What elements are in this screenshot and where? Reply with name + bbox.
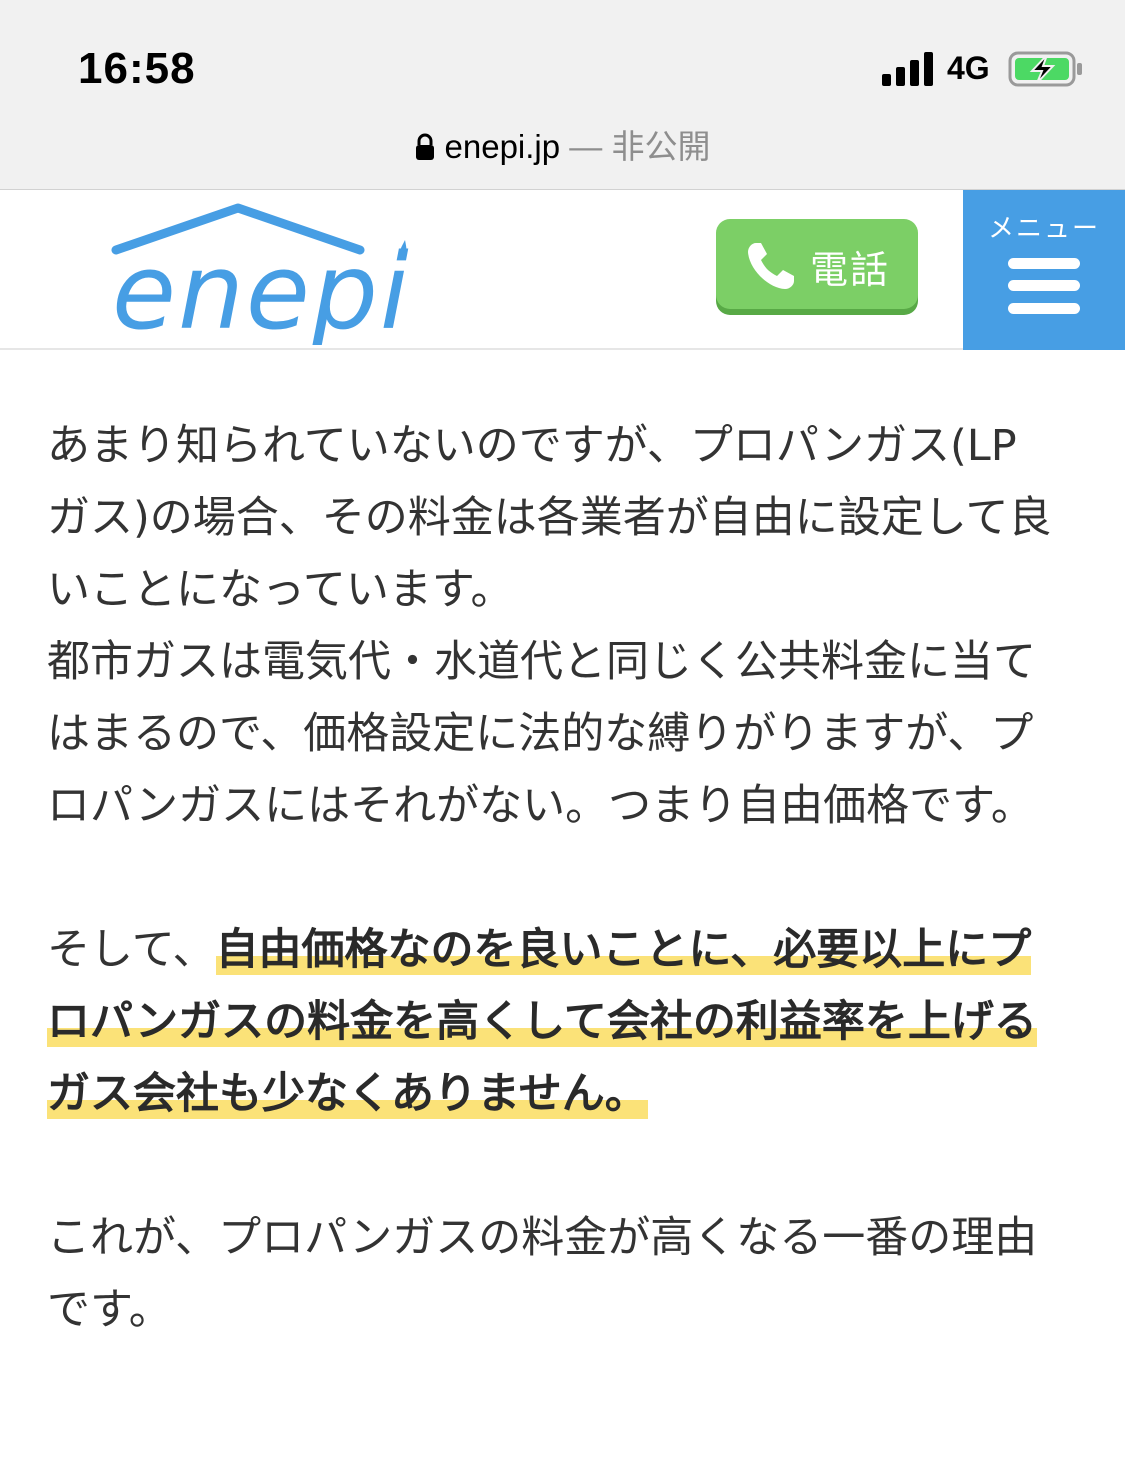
article-body: あまり知られていないのですが、プロパンガス(LPガス)の場合、その料金は各業者が… xyxy=(47,410,1057,1346)
hamburger-icon xyxy=(1008,258,1080,269)
url-domain: enepi.jp xyxy=(444,128,561,165)
network-type: 4G xyxy=(947,50,990,86)
paragraph-1: あまり知られていないのですが、プロパンガス(LPガス)の場合、その料金は各業者が… xyxy=(47,421,1052,615)
menu-button-label: メニュー xyxy=(987,214,1100,244)
paragraph-2: 都市ガスは電気代・水道代と同じく公共料金に当てはまるので、価格設定に法的な縛りが… xyxy=(47,637,1036,831)
phone-button-label: 電話 xyxy=(810,248,891,292)
lock-icon xyxy=(415,133,434,160)
site-header: enepi 電話 メニュー xyxy=(0,190,1125,350)
enepi-logo[interactable]: enepi xyxy=(108,200,428,345)
url-status: 非公開 xyxy=(611,128,711,165)
battery-charging-icon xyxy=(1008,51,1082,87)
signal-bars-icon xyxy=(882,52,933,86)
phone-button[interactable]: 電話 xyxy=(716,219,918,309)
status-time: 16:58 xyxy=(78,44,196,93)
menu-button[interactable]: メニュー xyxy=(963,190,1125,350)
paragraph-4: これが、プロパンガスの料金が高くなる一番の理由です。 xyxy=(47,1213,1038,1335)
svg-text:enepi: enepi xyxy=(112,231,411,345)
paragraph-3: そして、自由価格なのを良いことに、必要以上にプロパンガスの料金を高くして会社の利… xyxy=(47,914,1057,1130)
browser-chrome: 16:58 4G enepi.jp — 非公開 xyxy=(0,0,1125,190)
url-separator: — xyxy=(560,128,612,165)
hamburger-bar xyxy=(1008,280,1080,291)
paragraph-3-lead: そして、 xyxy=(47,925,216,975)
phone-icon xyxy=(748,243,794,289)
url-bar[interactable]: enepi.jp — 非公開 xyxy=(0,120,1125,168)
hamburger-bar xyxy=(1008,303,1080,314)
